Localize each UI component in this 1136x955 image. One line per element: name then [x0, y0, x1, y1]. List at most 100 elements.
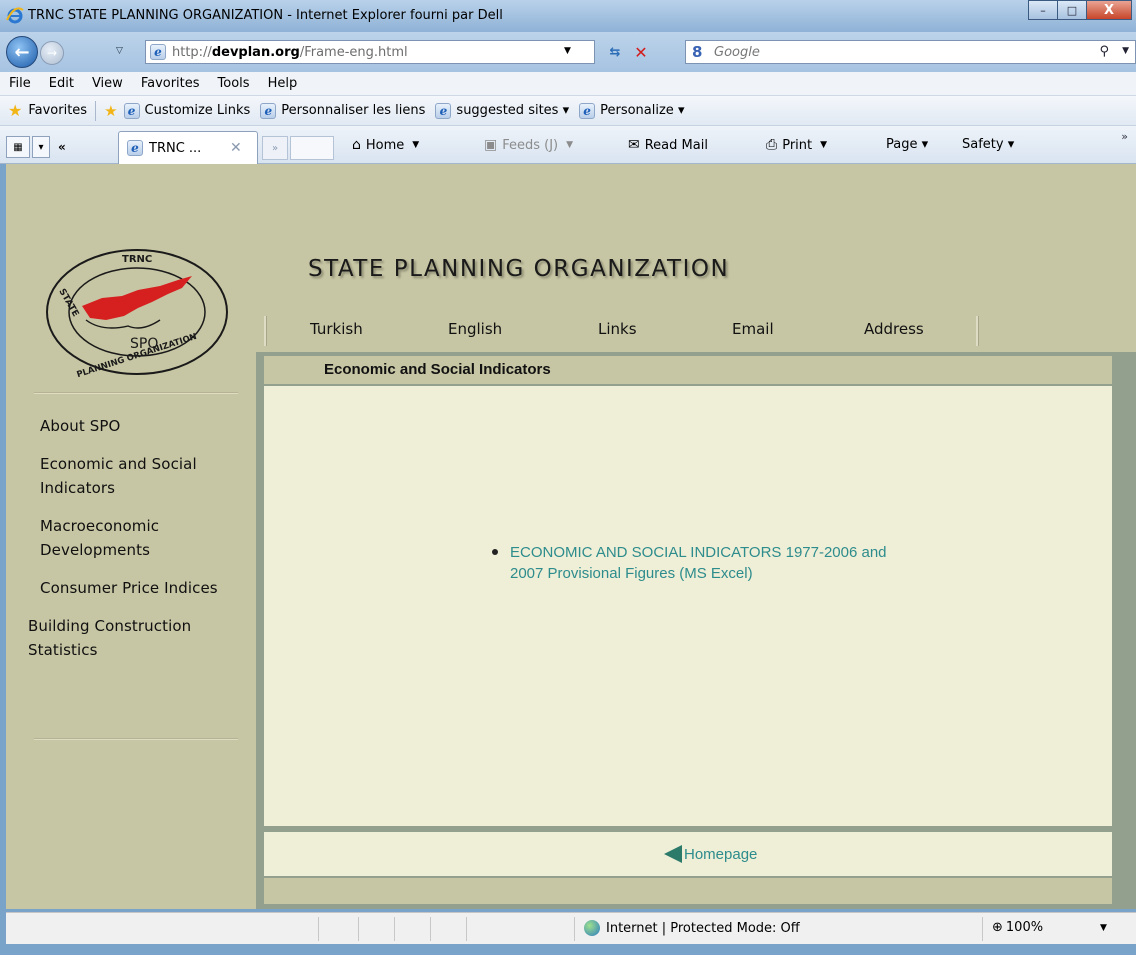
topnav-email[interactable]: Email — [732, 320, 774, 338]
favorites-button[interactable]: Favorites — [28, 103, 87, 118]
tab-close-icon[interactable]: ✕ — [230, 140, 242, 156]
ie-page-icon: e — [260, 102, 277, 119]
google-icon: 8 — [692, 43, 703, 61]
search-options-dropdown[interactable]: ▼ — [1122, 46, 1129, 56]
refresh-icon[interactable]: ⇆ — [604, 41, 626, 63]
menu-favorites[interactable]: Favorites — [132, 76, 209, 91]
homepage-link[interactable]: Homepage — [664, 845, 757, 863]
tab-scroll-left[interactable]: « — [58, 140, 66, 154]
tab-active[interactable]: e TRNC ... ✕ — [118, 131, 258, 164]
fav-link-personnaliser[interactable]: e Personnaliser les liens — [260, 102, 425, 119]
add-to-favorites-bar-icon[interactable]: ★ — [104, 102, 117, 120]
status-cell — [318, 917, 319, 941]
web-page: SPO TRNC STATE PLANNING ORGANIZATION Abo… — [6, 164, 1136, 909]
main-panel-body: ECONOMIC AND SOCIAL INDICATORS 1977-2006… — [264, 386, 1112, 826]
side-link-economic-social-indicators[interactable]: Economic and Social Indicators — [40, 452, 238, 500]
menu-help[interactable]: Help — [259, 76, 307, 91]
fav-link-customize[interactable]: e Customize Links — [123, 102, 250, 119]
recent-pages-dropdown[interactable]: ▽ — [116, 46, 123, 56]
side-link-building-construction-statistics[interactable]: Building Construction Statistics — [28, 614, 238, 662]
tab-scroll-right[interactable]: » — [262, 136, 288, 160]
side-item-construction[interactable]: Building Construction Statistics — [28, 614, 238, 662]
footer-strip — [264, 878, 1112, 904]
homepage-label[interactable]: Homepage — [684, 846, 757, 863]
search-placeholder: Google — [714, 45, 760, 60]
search-box[interactable]: 8 Google ⚲ ▼ — [685, 40, 1136, 64]
side-link-consumer-price-indices[interactable]: Consumer Price Indices — [40, 576, 238, 600]
favorites-star-icon[interactable]: ★ — [8, 101, 22, 120]
status-cell — [394, 917, 395, 941]
print-button[interactable]: ⎙ Print ▼ — [766, 137, 827, 153]
zoom-level[interactable]: ⊕ 100% — [992, 920, 1043, 935]
status-cell — [430, 917, 431, 941]
fav-link-personalize[interactable]: e Personalize ▾ — [579, 102, 684, 119]
side-item-about[interactable]: About SPO — [28, 414, 238, 438]
mail-icon: ✉ — [628, 137, 640, 153]
menu-edit[interactable]: Edit — [40, 76, 83, 91]
address-url[interactable]: http://devplan.org/Frame-eng.html — [172, 45, 408, 60]
forward-button[interactable]: → — [40, 41, 64, 65]
ie-page-icon: e — [123, 102, 140, 119]
menu-file[interactable]: File — [0, 76, 40, 91]
new-tab-button[interactable] — [290, 136, 334, 160]
side-item-indicators[interactable]: Economic and Social Indicators — [28, 452, 238, 500]
address-bar[interactable]: e http://devplan.org/Frame-eng.html ▼ — [145, 40, 595, 64]
address-dropdown-icon[interactable]: ▼ — [564, 46, 571, 56]
topnav-right-edge — [976, 316, 979, 346]
search-icon[interactable]: ⚲ — [1099, 44, 1109, 59]
read-mail-button[interactable]: ✉ Read Mail — [628, 137, 708, 153]
stop-icon[interactable]: ✕ — [630, 41, 652, 63]
command-overflow[interactable]: » — [1121, 130, 1128, 143]
page-icon: e — [150, 44, 166, 60]
favorites-separator — [95, 100, 97, 121]
bullet-icon — [492, 549, 498, 555]
ie-logo-icon — [6, 7, 24, 24]
favorites-bar: ★ Favorites ★ e Customize Links e Personna… — [0, 96, 1136, 126]
topnav-address[interactable]: Address — [864, 320, 924, 338]
site-banner-title: STATE PLANNING ORGANIZATION — [308, 256, 730, 282]
download-link[interactable]: ECONOMIC AND SOCIAL INDICATORS 1977-2006… — [498, 542, 918, 584]
topnav-turkish[interactable]: Turkish — [310, 320, 363, 338]
side-item-cpi[interactable]: Consumer Price Indices — [28, 576, 238, 600]
footer-panel: Homepage — [264, 832, 1112, 876]
home-button[interactable]: ⌂ Home ▼ — [352, 137, 419, 153]
tab-list-dropdown[interactable]: ▾ — [32, 136, 50, 158]
download-link-item[interactable]: ECONOMIC AND SOCIAL INDICATORS 1977-2006… — [492, 542, 918, 584]
close-button[interactable]: X — [1086, 0, 1132, 20]
top-navigation: Turkish English Links Email Address — [264, 312, 984, 348]
status-cell — [982, 917, 983, 941]
status-cell — [466, 917, 467, 941]
back-button[interactable]: ← — [6, 36, 38, 68]
quick-tabs-icon[interactable]: ▦ — [6, 136, 30, 158]
zoom-label: 100% — [1005, 920, 1044, 935]
side-link-about-spo[interactable]: About SPO — [40, 414, 238, 438]
page-menu[interactable]: Page ▾ — [886, 137, 928, 152]
sidebar-divider-top — [34, 392, 238, 394]
sidebar-divider-bottom — [34, 738, 238, 740]
topnav-english[interactable]: English — [448, 320, 502, 338]
spo-logo: SPO TRNC STATE PLANNING ORGANIZATION — [46, 249, 228, 378]
status-cell — [358, 917, 359, 941]
navigation-bar: ← → ▽ e http://devplan.org/Frame-eng.htm… — [0, 32, 1136, 72]
minimize-button[interactable]: – — [1028, 0, 1058, 20]
topnav-links[interactable]: Links — [598, 320, 637, 338]
side-item-macro[interactable]: Macroeconomic Developments — [28, 514, 238, 562]
home-icon: ⌂ — [352, 137, 361, 153]
side-link-macroeconomic-developments[interactable]: Macroeconomic Developments — [40, 514, 238, 562]
menu-tools[interactable]: Tools — [209, 76, 259, 91]
printer-icon: ⎙ — [766, 137, 778, 153]
window-controls: – □ X — [1028, 0, 1132, 22]
zoom-dropdown[interactable]: ▼ — [1100, 923, 1107, 933]
side-navigation: About SPO Economic and Social Indicators… — [28, 414, 238, 676]
window-bottom-edge — [0, 944, 1136, 955]
feeds-button[interactable]: ▣ Feeds (J) ▼ — [484, 137, 573, 153]
svg-text:TRNC: TRNC — [122, 254, 152, 265]
internet-globe-icon — [584, 920, 600, 936]
maximize-button[interactable]: □ — [1057, 0, 1087, 20]
menu-view[interactable]: View — [83, 76, 132, 91]
fav-link-suggested-sites[interactable]: e suggested sites ▾ — [435, 102, 569, 119]
section-title: Economic and Social Indicators — [324, 361, 551, 378]
ie-page-icon: e — [435, 102, 452, 119]
security-zone[interactable]: Internet | Protected Mode: Off — [584, 920, 800, 936]
safety-menu[interactable]: Safety ▾ — [962, 137, 1014, 152]
